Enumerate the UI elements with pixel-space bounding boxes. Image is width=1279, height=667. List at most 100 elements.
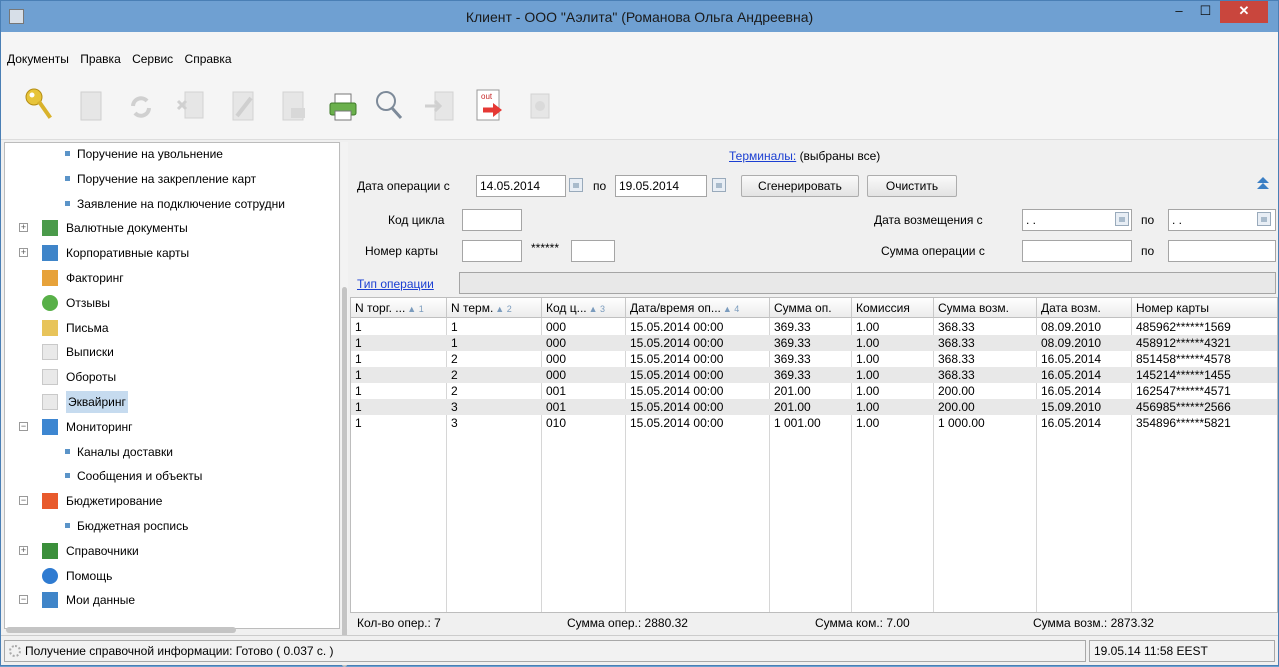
table-row[interactable]: 1 1 000 15.05.2014 00:00 369.33 1.00 368.33 08.… [351,319,1277,335]
sidebar-item[interactable]: Отзывы [5,292,339,314]
sign-icon[interactable] [227,86,259,126]
table-cell: 1 001.00 [774,416,821,430]
table-row[interactable]: 1 3 010 15.05.2014 00:00 1 001.00 1.00 1 000.0… [351,415,1277,431]
menu-documents[interactable]: Документы [3,52,73,66]
sort-indicator-icon: ▲ 2 [495,304,512,314]
sidebar-item[interactable]: + Справочники [5,540,339,562]
scroll-thumb[interactable] [342,287,347,667]
edit-icon[interactable] [277,86,309,126]
column-header[interactable]: Дата/время оп... ▲ 4 [626,298,770,318]
menu-edit[interactable]: Правка [76,52,125,66]
sidebar-item[interactable]: Бюджетная роспись [5,515,339,537]
date-from-field[interactable]: 14.05.2014 [476,175,566,197]
sidebar-item-label: Поручение на закрепление карт [77,171,257,186]
recall-icon [42,294,58,311]
collapse-icon[interactable]: − [19,595,28,605]
column-header[interactable]: Номер карты [1132,298,1277,318]
column-header[interactable]: N терм. ▲ 2 [447,298,542,318]
calendar-icon[interactable] [1257,212,1271,226]
table-cell: 354896******5821 [1136,416,1231,430]
menu-service[interactable]: Сервис [128,52,177,66]
maximize-button[interactable]: ☐ [1192,1,1219,23]
generate-button[interactable]: Сгенерировать [741,175,859,197]
close-button[interactable]: ✕ [1220,1,1268,23]
sidebar-item[interactable]: + Валютные документы [5,217,339,239]
clear-button[interactable]: Очистить [867,175,957,197]
tree-vertical-scrollbar[interactable] [341,142,348,667]
bullet-icon [65,200,70,206]
column-header[interactable]: Комиссия [852,298,934,318]
calendar-icon[interactable] [569,178,583,192]
table-row[interactable]: 1 3 001 15.05.2014 00:00 201.00 1.00 200.00 15.… [351,399,1277,415]
column-header[interactable]: Сумма возм. [934,298,1037,318]
document-icon[interactable] [75,86,107,126]
expand-icon[interactable]: + [19,223,28,233]
calendar-icon[interactable] [1115,212,1129,226]
search-icon[interactable] [373,86,405,126]
sidebar-item[interactable]: + Корпоративные карты [5,242,339,264]
sidebar-item[interactable]: Письма [5,317,339,339]
sidebar-item[interactable]: Поручение на закрепление карт [5,168,339,190]
sidebar-item[interactable]: Помощь [5,565,339,587]
operation-type-field[interactable] [459,272,1276,294]
sidebar-item[interactable]: Поручение на увольнение [5,143,339,165]
archive-icon[interactable] [523,86,555,126]
minimize-button[interactable]: – [1166,1,1192,23]
sidebar-item[interactable]: Выписки [5,341,339,363]
sidebar-item[interactable]: Сообщения и объекты [5,465,339,487]
table-cell: 1.00 [856,368,880,382]
export-out-icon[interactable]: out [473,86,505,126]
refresh-icon[interactable] [125,86,157,126]
column-header[interactable]: Сумма оп. [770,298,852,318]
menu-help[interactable]: Справка [181,52,236,66]
key-icon[interactable] [23,86,55,126]
table-row[interactable]: 1 1 000 15.05.2014 00:00 369.33 1.00 368.33 08.… [351,335,1277,351]
terminals-link[interactable]: Терминалы: [729,149,796,163]
table-cell: 15.05.2014 00:00 [630,352,724,366]
sidebar-item-label: Бюджетирование [66,494,163,509]
import-icon[interactable] [423,86,455,126]
delete-icon[interactable] [173,86,205,126]
sidebar-item[interactable]: Обороты [5,366,339,388]
tree-horizontal-scrollbar[interactable] [6,627,340,633]
table-row[interactable]: 1 2 000 15.05.2014 00:00 369.33 1.00 368.33 16.… [351,367,1277,383]
amount-to-field[interactable] [1168,240,1276,262]
column-header[interactable]: N торг. ... ▲ 1 [351,298,447,318]
printer-icon[interactable] [327,86,359,126]
sidebar-item[interactable]: − Мои данные [5,589,339,611]
calendar-icon[interactable] [712,178,726,192]
table-cell: 001 [546,384,567,398]
sidebar-item[interactable]: Заявление на подключение сотрудни [5,193,339,215]
collapse-icon[interactable]: − [19,421,28,431]
expand-icon[interactable]: + [19,545,28,555]
sidebar-item[interactable]: Эквайринг [5,391,339,413]
amount-from-field[interactable] [1022,240,1132,262]
table-cell: 2 [451,352,458,366]
table-cell: 369.33 [774,368,811,382]
expand-icon[interactable]: + [19,248,28,258]
sidebar-item-label: Каналы доставки [77,444,173,459]
status-message-box: Получение справочной информации: Готово … [4,640,1086,662]
column-header[interactable]: Дата возм. [1037,298,1132,318]
card-prefix-field[interactable] [462,240,522,262]
sidebar-item-label: Эквайринг [66,391,128,413]
sidebar-item[interactable]: Факторинг [5,267,339,289]
cycle-code-field[interactable] [462,209,522,231]
letters-icon [42,319,58,336]
column-header[interactable]: Код ц... ▲ 3 [542,298,626,318]
table-row[interactable]: 1 2 000 15.05.2014 00:00 369.33 1.00 368.33 16.… [351,351,1277,367]
collapse-icon[interactable]: − [19,496,28,506]
column-header-label: N торг. ... [355,301,406,315]
scroll-thumb[interactable] [6,627,236,633]
table-cell: 1 [355,320,362,334]
operation-type-link[interactable]: Тип операции [357,277,434,291]
sidebar-item[interactable]: Каналы доставки [5,441,339,463]
table-row[interactable]: 1 2 001 15.05.2014 00:00 201.00 1.00 200.00 16.… [351,383,1277,399]
date-to-field[interactable]: 19.05.2014 [615,175,707,197]
card-suffix-field[interactable] [571,240,615,262]
sidebar-item[interactable]: − Мониторинг [5,416,339,438]
my-data-icon [42,592,58,609]
table-cell: 16.05.2014 [1041,416,1102,430]
collapse-panel-icon[interactable] [1256,176,1270,190]
sidebar-item[interactable]: − Бюджетирование [5,490,339,512]
